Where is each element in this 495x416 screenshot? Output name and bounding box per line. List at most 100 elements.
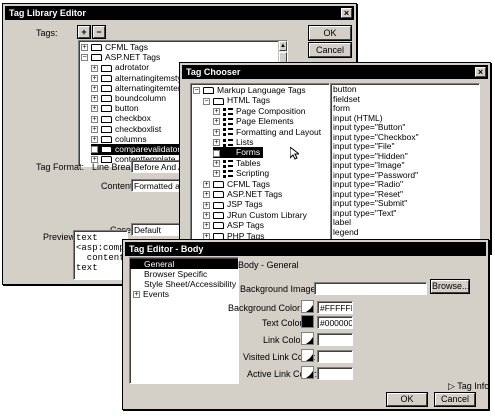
tle-cancel-button[interactable]: Cancel	[308, 42, 352, 58]
tree-row[interactable]: + Page Elements	[213, 116, 297, 127]
tag-chooser-list[interactable]: button fieldset form input (HTML) input type…	[330, 83, 480, 253]
tag-info-label: Tag Info	[457, 381, 490, 391]
tree-row[interactable]: + Tables	[213, 158, 264, 169]
tree-row-label: checkboxlist	[115, 123, 162, 134]
tree-row-label: alternatingitemstyle	[115, 72, 189, 83]
background-color-input[interactable]: #FFFFFF	[317, 301, 353, 314]
visited-link-color-input[interactable]	[317, 350, 353, 363]
line-breaks-select[interactable]: Before And Afte	[131, 160, 186, 173]
tree-row[interactable]: − Markup Language Tags	[193, 85, 309, 96]
tree-row[interactable]: + JSP Tags	[203, 199, 266, 210]
add-tag-button[interactable]: +	[77, 25, 91, 39]
category-item[interactable]: + Events	[130, 289, 238, 299]
text-color-swatch[interactable]	[301, 315, 314, 328]
collapse-icon[interactable]: −	[193, 87, 200, 95]
close-icon[interactable]: ×	[341, 8, 352, 18]
folder-icon	[203, 87, 214, 95]
expand-icon[interactable]: +	[133, 291, 140, 299]
expand-icon[interactable]: +	[203, 191, 210, 199]
tree-row[interactable]: + Lists	[213, 137, 256, 148]
expand-icon[interactable]: +	[91, 136, 98, 144]
link-color-label: Link Color:	[263, 335, 307, 345]
tag-icon	[223, 107, 233, 116]
expand-icon[interactable]: +	[213, 149, 220, 157]
expand-icon[interactable]: +	[203, 222, 210, 230]
tree-row[interactable]: + JRun Custom Library	[203, 210, 310, 221]
link-color-input[interactable]	[317, 333, 353, 346]
active-link-color-input[interactable]	[317, 367, 353, 380]
tree-row[interactable]: + Forms	[213, 147, 264, 159]
text-color-input[interactable]: #000000	[317, 316, 353, 329]
tree-row[interactable]: + ASP Tags	[203, 220, 267, 231]
expand-icon[interactable]: +	[91, 74, 98, 82]
category-label: Browser Specific	[144, 269, 208, 279]
close-icon[interactable]: ×	[475, 67, 486, 77]
browse-button[interactable]: Browse...	[430, 279, 470, 294]
tree-row[interactable]: + Formatting and Layout	[213, 127, 324, 138]
expand-icon[interactable]: +	[91, 95, 98, 103]
tree-row-label: boundcolumn	[115, 93, 167, 103]
background-color-swatch[interactable]	[301, 300, 314, 313]
te-cancel-button[interactable]: Cancel	[434, 392, 476, 407]
expand-icon[interactable]: +	[203, 180, 210, 188]
active-link-color-swatch[interactable]	[301, 366, 314, 379]
folder-icon	[213, 191, 224, 199]
contents-select[interactable]: Formatted and I	[131, 179, 186, 192]
category-item[interactable]: Style Sheet/Accessibility	[130, 279, 238, 289]
visited-link-color-swatch[interactable]	[301, 349, 314, 362]
list-item[interactable]: fieldset	[331, 94, 479, 105]
expand-icon[interactable]: +	[91, 115, 98, 123]
collapse-icon[interactable]: −	[203, 97, 210, 105]
tag-library-editor-titlebar[interactable]: Tag Library Editor ×	[5, 6, 354, 20]
tree-row-label: CFML Tags	[227, 178, 270, 189]
tree-row[interactable]: − HTML Tags	[203, 95, 273, 106]
expand-icon[interactable]: +	[203, 212, 210, 220]
expand-icon[interactable]: +	[91, 125, 98, 133]
remove-tag-button[interactable]: −	[92, 25, 106, 39]
tree-row[interactable]: + Page Composition	[213, 106, 308, 117]
te-ok-button[interactable]: OK	[386, 392, 428, 407]
tag-chooser-tree[interactable]: − Markup Language Tags − HTML Tags + Page Com…	[190, 83, 330, 253]
folder-icon	[101, 64, 112, 72]
tag-editor-window: Tag Editor - Body General Browser Specifi…	[122, 239, 489, 410]
expand-icon[interactable]: +	[213, 139, 220, 147]
tag-info-toggle[interactable]: ▷ Tag Info	[448, 381, 489, 392]
link-color-swatch[interactable]	[301, 332, 314, 345]
folder-icon	[101, 115, 112, 123]
tag-chooser-titlebar[interactable]: Tag Chooser ×	[182, 65, 488, 79]
expand-icon[interactable]: +	[213, 170, 220, 178]
expand-icon[interactable]: +	[91, 146, 98, 154]
triangle-right-icon: ▷	[448, 381, 455, 391]
expand-icon[interactable]: +	[213, 108, 220, 116]
case-select[interactable]: Default	[131, 223, 186, 236]
tree-row-label: comparevalidator	[115, 144, 181, 154]
category-label: General	[144, 259, 175, 269]
expand-icon[interactable]: +	[91, 85, 98, 93]
expand-icon[interactable]: +	[91, 105, 98, 113]
expand-icon[interactable]: +	[213, 118, 220, 126]
expand-icon[interactable]: +	[91, 64, 98, 72]
mouse-cursor-icon	[290, 147, 299, 160]
category-item[interactable]: General	[130, 259, 238, 269]
expand-icon[interactable]: +	[203, 201, 210, 209]
tree-row[interactable]: + ASP.NET Tags	[203, 189, 285, 200]
tag-library-editor-title: Tag Library Editor	[9, 8, 86, 18]
category-item[interactable]: Browser Specific	[130, 269, 238, 279]
expand-icon[interactable]: +	[81, 44, 88, 52]
expand-icon[interactable]: +	[213, 160, 220, 168]
category-label: Events	[143, 289, 169, 299]
background-image-input[interactable]	[314, 282, 427, 295]
tree-row[interactable]: + Scripting	[213, 168, 272, 179]
list-item[interactable]: input type="Text"	[331, 208, 479, 219]
collapse-icon[interactable]: −	[81, 54, 88, 62]
tree-row-label: Lists	[236, 137, 254, 147]
tag-editor-category-list[interactable]: General Browser Specific Style Sheet/Acces…	[129, 257, 239, 384]
tree-row[interactable]: + CFML Tags	[203, 179, 273, 190]
scroll-up-icon[interactable]: ▲	[279, 41, 287, 51]
tle-ok-button[interactable]: OK	[308, 25, 352, 41]
tree-row-label: checkbox	[115, 113, 151, 124]
expand-icon[interactable]: +	[213, 128, 220, 136]
tree-row-label: Forms	[236, 147, 261, 158]
tree-row-label: CFML Tags	[105, 42, 148, 52]
tag-editor-titlebar[interactable]: Tag Editor - Body	[125, 242, 486, 256]
